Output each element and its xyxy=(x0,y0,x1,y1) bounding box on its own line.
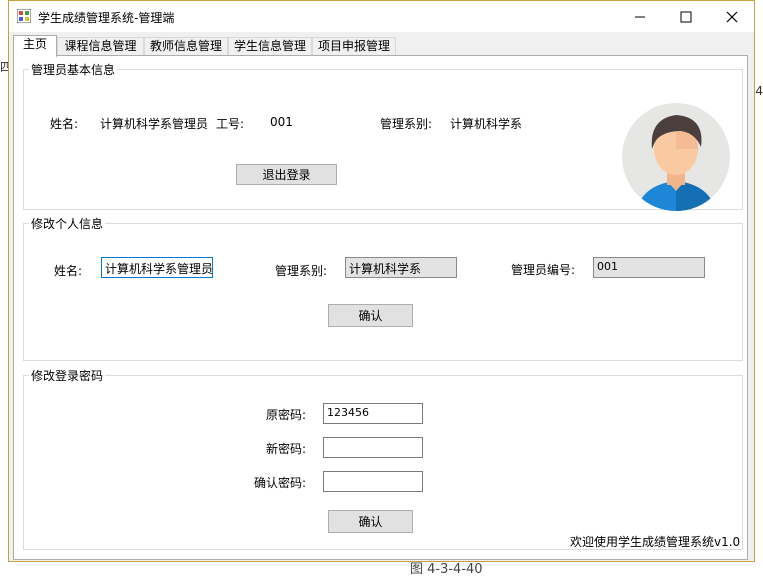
minimize-icon xyxy=(635,16,645,17)
old-password-input[interactable]: 123456 xyxy=(323,403,423,424)
window-title: 学生成绩管理系统-管理端 xyxy=(38,11,175,25)
edit-number-input[interactable]: 001 xyxy=(593,257,705,278)
avatar-icon xyxy=(622,103,730,211)
admin-info-group-title: 管理员基本信息 xyxy=(29,61,118,78)
background-text-right: 4 xyxy=(755,84,763,98)
confirm-password-input[interactable] xyxy=(323,471,423,492)
admin-name-value: 计算机科学系管理员 xyxy=(100,117,209,131)
new-password-input[interactable] xyxy=(323,437,423,458)
edit-dept-input[interactable]: 计算机科学系 xyxy=(345,257,457,278)
tab-strip: 主页 课程信息管理 教师信息管理 学生信息管理 项目申报管理 xyxy=(9,32,754,57)
edit-info-confirm-button[interactable]: 确认 xyxy=(328,304,413,327)
maximize-button[interactable] xyxy=(663,1,709,32)
password-group-title: 修改登录密码 xyxy=(29,367,106,384)
close-button[interactable] xyxy=(709,1,755,32)
edit-info-group: 修改个人信息 姓名: 计算机科学系管理员 管理系别: 计算机科学系 管理员编号:… xyxy=(23,215,743,361)
tab-teacher-management[interactable]: 教师信息管理 xyxy=(144,37,228,56)
main-window: 学生成绩管理系统-管理端 主页 课程信息管理 教师信息管理 学生信息管理 项目申… xyxy=(8,0,755,562)
home-tab-panel: 管理员基本信息 姓名: 计算机科学系管理员 工号: 001 管理系别: 计算机科… xyxy=(13,55,748,560)
admin-id-value: 001 xyxy=(270,115,293,129)
tab-student-management[interactable]: 学生信息管理 xyxy=(228,37,312,56)
edit-dept-label: 管理系别: xyxy=(275,264,328,278)
tab-course-management[interactable]: 课程信息管理 xyxy=(57,37,144,56)
password-confirm-button[interactable]: 确认 xyxy=(328,510,413,533)
confirm-password-label: 确认密码: xyxy=(254,476,307,490)
admin-name-label: 姓名: xyxy=(50,117,79,131)
logout-button[interactable]: 退出登录 xyxy=(236,164,337,185)
title-bar[interactable]: 学生成绩管理系统-管理端 xyxy=(9,1,754,32)
edit-name-label: 姓名: xyxy=(54,264,83,278)
old-password-label: 原密码: xyxy=(266,408,307,422)
edit-name-input[interactable]: 计算机科学系管理员 xyxy=(101,257,213,278)
minimize-button[interactable] xyxy=(617,1,663,32)
admin-id-label: 工号: xyxy=(216,117,245,131)
admin-dept-label: 管理系别: xyxy=(380,117,433,131)
new-password-label: 新密码: xyxy=(266,442,307,456)
tab-project-management[interactable]: 项目申报管理 xyxy=(312,37,396,56)
edit-info-group-title: 修改个人信息 xyxy=(29,215,106,232)
admin-dept-value: 计算机科学系 xyxy=(450,117,523,131)
tab-home[interactable]: 主页 xyxy=(13,35,57,57)
app-icon xyxy=(17,9,31,23)
close-icon xyxy=(726,11,738,22)
admin-info-group: 管理员基本信息 姓名: 计算机科学系管理员 工号: 001 管理系别: 计算机科… xyxy=(23,61,743,211)
footer-welcome-text: 欢迎使用学生成绩管理系统v1.0 xyxy=(570,535,741,549)
password-group: 修改登录密码 原密码: 123456 新密码: 确认密码: 确认 xyxy=(23,367,743,550)
edit-number-label: 管理员编号: xyxy=(511,263,576,277)
maximize-icon xyxy=(680,11,692,22)
